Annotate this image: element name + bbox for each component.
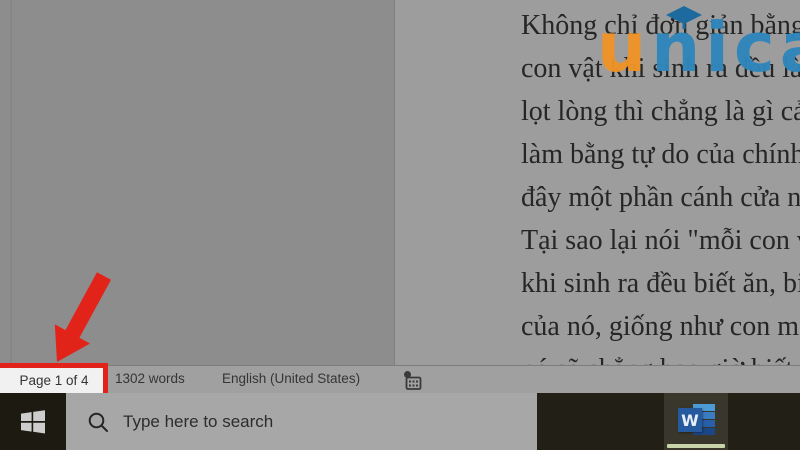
language-indicator[interactable]: English (United States) <box>222 371 360 386</box>
word-taskbar-button[interactable]: W <box>664 393 728 450</box>
search-placeholder: Type here to search <box>123 412 273 432</box>
graduation-cap-icon <box>664 4 704 32</box>
document-line: nó sẽ chẳng bao giờ biết hết <box>521 348 800 365</box>
taskbar: Type here to search W <box>0 393 800 450</box>
annotation-arrow-icon <box>38 266 120 368</box>
word-count[interactable]: 1302 words <box>115 371 185 386</box>
screen: Không chỉ đơn giản bằng ncon vật khi sin… <box>0 0 800 450</box>
document-line: của nó, giống như con mèo <box>521 305 800 348</box>
search-icon <box>87 411 109 433</box>
taskbar-search[interactable]: Type here to search <box>66 393 537 450</box>
window-edge-line <box>10 0 12 365</box>
word-app-icon: W <box>678 404 715 437</box>
page-indicator[interactable]: Page 1 of 4 <box>13 373 88 388</box>
document-line: khi sinh ra đều biết ăn, biết <box>521 262 800 305</box>
windows-logo-icon <box>19 408 47 436</box>
proofing-status-icon[interactable] <box>402 370 424 391</box>
start-button[interactable] <box>0 393 66 450</box>
document-line: đây một phần cánh cửa như <box>521 176 800 219</box>
document-line: Tại sao lại nói "mỗi con vật <box>521 219 800 262</box>
document-line: lọt lòng thì chẳng là gì cả. <box>521 90 800 133</box>
document-line: làm bằng tự do của chính n <box>521 133 800 176</box>
word-document-area: Không chỉ đơn giản bằng ncon vật khi sin… <box>0 0 800 365</box>
watermark-letter-u: u <box>597 8 651 88</box>
active-app-indicator <box>667 444 725 448</box>
status-bar: 1302 words English (United States) <box>0 365 800 393</box>
